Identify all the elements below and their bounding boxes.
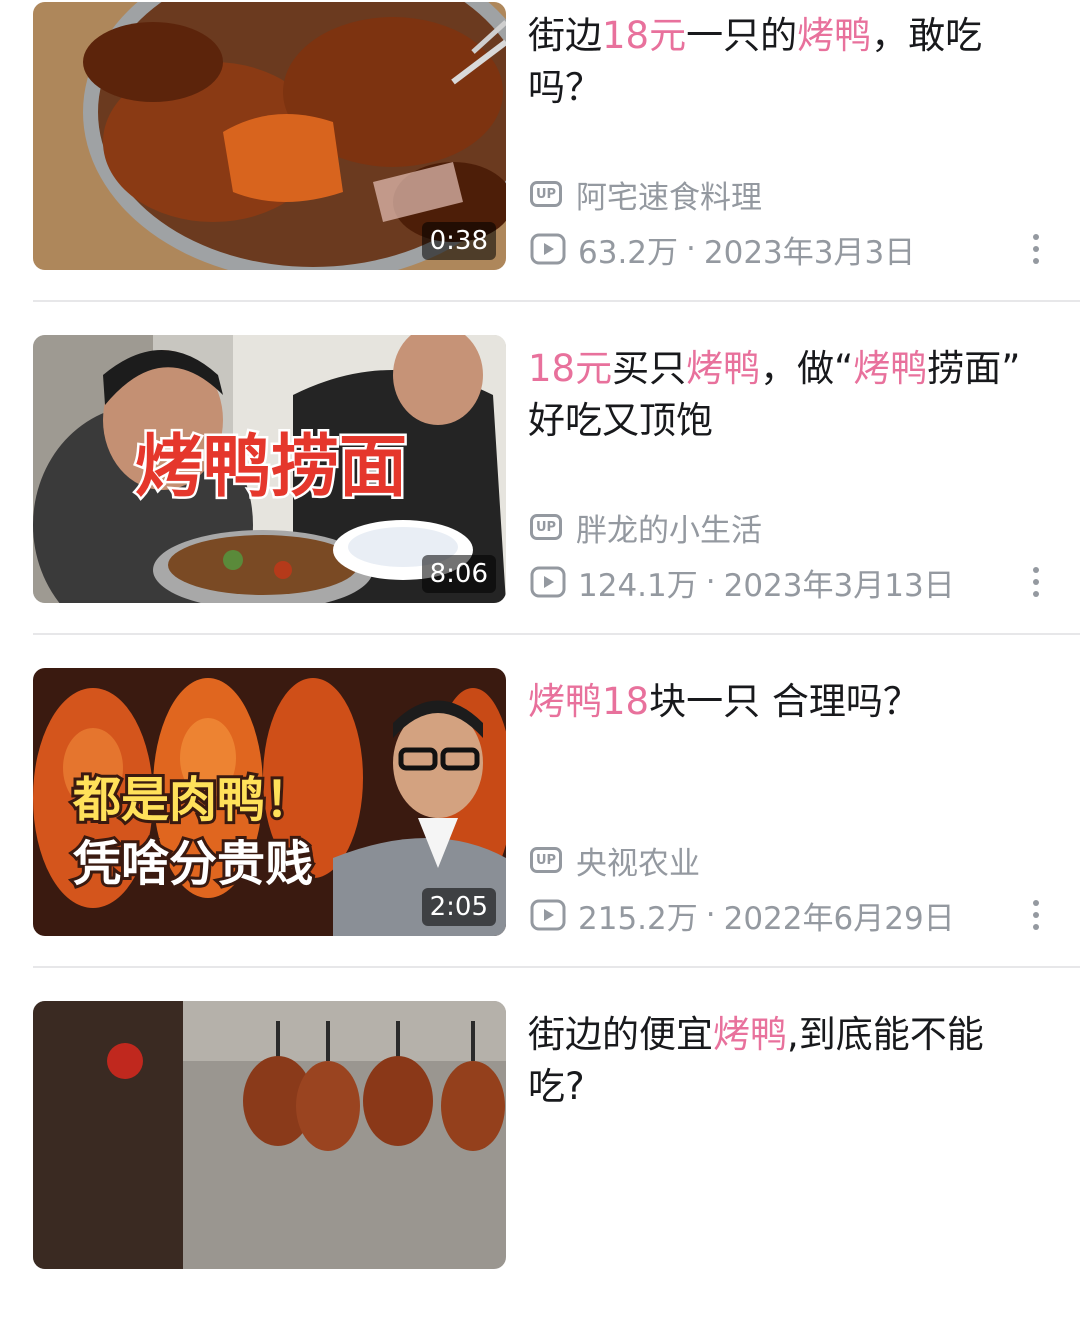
view-count: 215.2万 [578, 900, 698, 937]
video-thumbnail[interactable]: 都是肉鸭！ 凭啥分贵贱 2:05 [33, 668, 506, 936]
up-badge-icon: UP [530, 514, 562, 540]
uploader-name: 央视农业 [576, 845, 700, 882]
title-text: 街边 [528, 14, 602, 57]
uploader-name: 阿宅速食料理 [576, 179, 762, 216]
video-meta: 124.1万 · 2023年3月13日 [530, 561, 955, 604]
play-count-icon [530, 233, 566, 265]
uploader-row[interactable]: UP 胖龙的小生活 [530, 507, 762, 549]
title-text: 街边的便宜 [528, 1013, 713, 1056]
title-highlight: 烤鸭 [686, 347, 761, 390]
video-item-2[interactable]: 烤鸭捞面 8:06 18元买只烤鸭，做“烤鸭捞面” 好吃又顶饱 UP 胖龙的小生… [0, 335, 1080, 668]
title-highlight: 烤鸭 [713, 1013, 787, 1056]
title-highlight: 烤鸭 [797, 14, 872, 57]
play-count-icon [530, 899, 566, 931]
thumbnail-caption: 烤鸭捞面 [135, 428, 407, 507]
video-thumbnail[interactable]: 0:38 [33, 2, 506, 270]
title-text: ，做“ [760, 347, 854, 390]
divider [33, 300, 1080, 302]
more-options-icon[interactable] [1024, 228, 1048, 270]
title-highlight: 烤鸭18 [528, 680, 650, 723]
divider [33, 966, 1080, 968]
divider [33, 633, 1080, 635]
up-badge-icon: UP [530, 181, 562, 207]
video-duration: 0:38 [421, 222, 496, 260]
more-options-icon[interactable] [1024, 561, 1048, 603]
thumbnail-caption: 凭啥分贵贱 [73, 836, 313, 892]
video-title[interactable]: 街边的便宜烤鸭,到底能不能 吃? [528, 1009, 1038, 1113]
roast-duck-shop-image [33, 1001, 506, 1269]
title-highlight: 18元 [602, 14, 687, 57]
video-duration: 2:05 [421, 888, 496, 926]
video-thumbnail[interactable] [33, 1001, 506, 1269]
meta-separator: · [686, 231, 696, 267]
title-text: 买只 [612, 347, 687, 390]
video-title[interactable]: 烤鸭18块一只 合理吗？ [528, 676, 1038, 728]
video-meta: 215.2万 · 2022年6月29日 [530, 894, 955, 937]
video-item-3[interactable]: 都是肉鸭！ 凭啥分贵贱 2:05 烤鸭18块一只 合理吗？ UP 央视农业 21… [0, 668, 1080, 1001]
meta-separator: · [705, 564, 716, 600]
video-meta: 63.2万 · 2023年3月3日 [530, 228, 916, 271]
video-thumbnail[interactable]: 烤鸭捞面 8:06 [33, 335, 506, 603]
video-item-4[interactable]: 街边的便宜烤鸭,到底能不能 吃? [0, 1001, 1080, 1334]
title-highlight: 18元 [528, 347, 613, 390]
publish-date: 2022年6月29日 [723, 900, 955, 937]
uploader-row[interactable]: UP 央视农业 [530, 840, 700, 882]
title-text: 块一只 合理吗？ [649, 680, 920, 723]
play-count-icon [530, 566, 566, 598]
view-count: 63.2万 [578, 234, 679, 271]
uploader-name: 胖龙的小生活 [576, 512, 762, 549]
meta-separator: · [705, 897, 716, 933]
publish-date: 2023年3月13日 [723, 567, 955, 604]
more-options-icon[interactable] [1024, 894, 1048, 936]
view-count: 124.1万 [578, 567, 698, 604]
title-highlight: 烤鸭 [853, 347, 928, 390]
video-title[interactable]: 18元买只烤鸭，做“烤鸭捞面” 好吃又顶饱 [528, 343, 1038, 447]
title-text: 一只的 [686, 14, 798, 57]
uploader-row[interactable]: UP 阿宅速食料理 [530, 174, 762, 216]
thumbnail-caption: 都是肉鸭！ [72, 772, 313, 828]
publish-date: 2023年3月3日 [703, 234, 916, 271]
video-title[interactable]: 街边18元一只的烤鸭，敢吃 吗？ [528, 10, 1038, 114]
video-item-1[interactable]: 0:38 街边18元一只的烤鸭，敢吃 吗？ UP 阿宅速食料理 63.2万 · … [0, 2, 1080, 335]
video-duration: 8:06 [421, 555, 496, 593]
up-badge-icon: UP [530, 847, 562, 873]
